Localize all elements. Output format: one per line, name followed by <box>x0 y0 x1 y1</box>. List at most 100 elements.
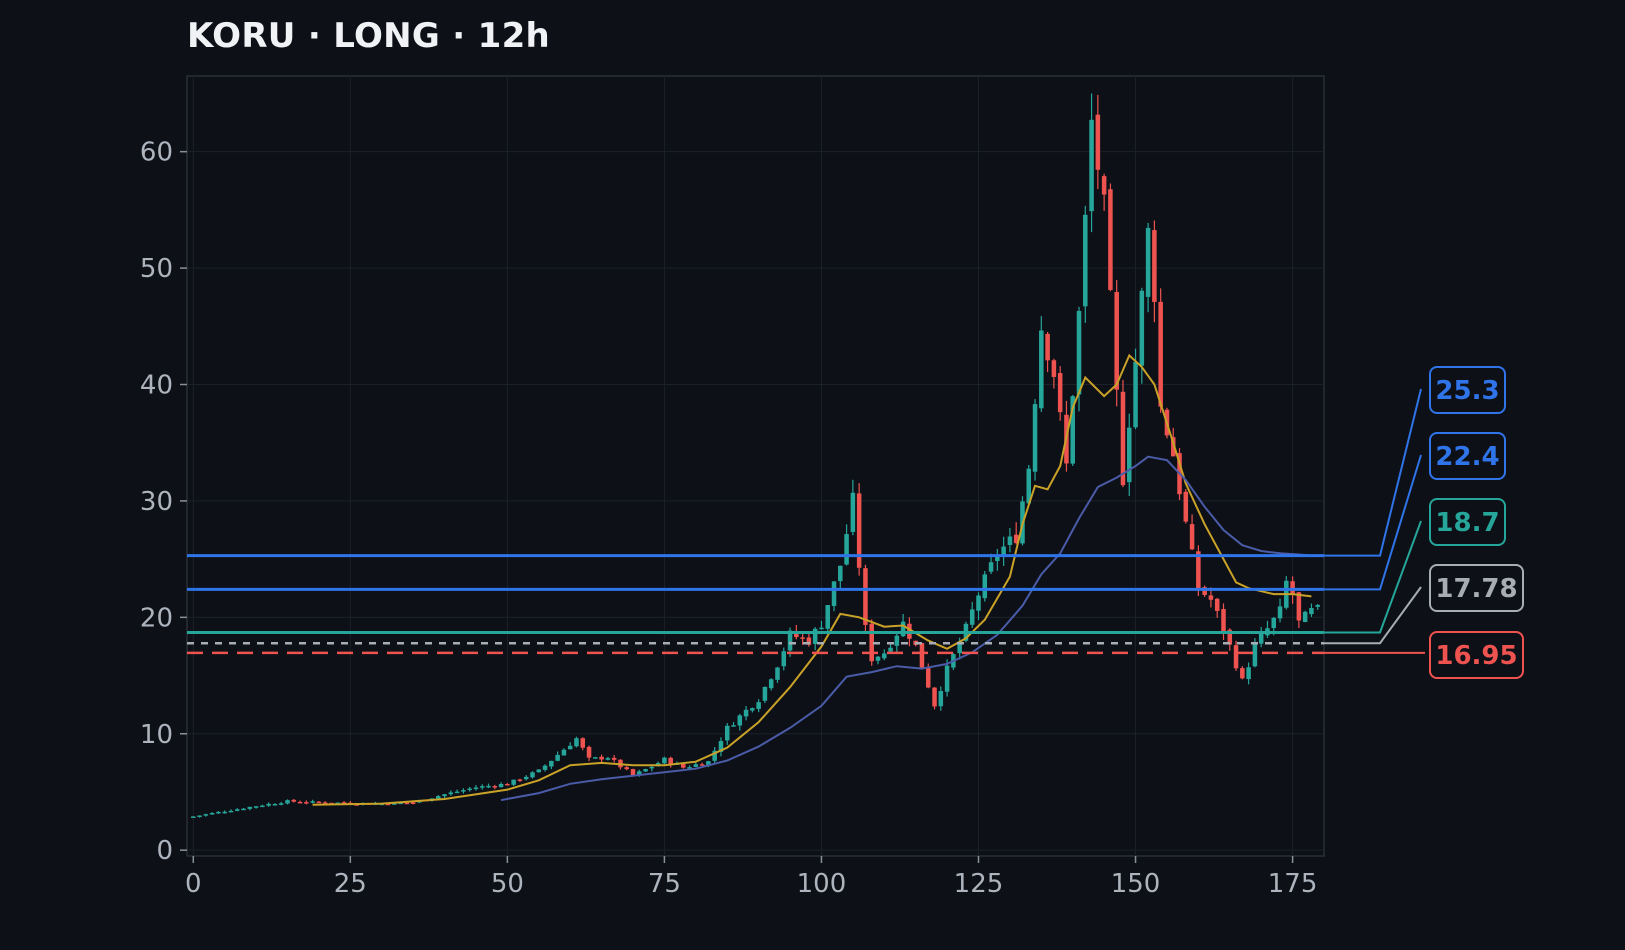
candle-body <box>1309 608 1314 615</box>
candle-body <box>234 809 240 811</box>
y-tick-label: 50 <box>140 254 173 284</box>
candle-body <box>555 754 560 761</box>
candle-body <box>304 802 309 804</box>
candle-body <box>461 790 466 792</box>
candle-body <box>969 609 975 625</box>
candle-body <box>1032 404 1038 472</box>
candle-body <box>1127 427 1132 483</box>
candle-body <box>486 785 491 788</box>
candle-body <box>938 691 944 707</box>
y-tick-label: 10 <box>140 720 173 750</box>
candle-body <box>982 574 988 599</box>
candle-body <box>580 738 586 748</box>
x-tick-label: 50 <box>491 869 524 899</box>
candle-body <box>574 738 579 747</box>
candle-body <box>781 651 787 667</box>
candle-body <box>775 667 780 680</box>
candle-body <box>611 757 617 760</box>
candle-body <box>988 562 994 572</box>
candle-body <box>768 679 774 689</box>
candle-body <box>1133 361 1138 428</box>
candle-body <box>1007 536 1013 546</box>
candle-body <box>900 621 906 637</box>
y-tick-label: 0 <box>156 836 173 866</box>
candle-body <box>222 811 227 814</box>
candle-body <box>517 779 523 781</box>
candle-body <box>750 708 755 711</box>
candle-body <box>605 758 611 760</box>
y-tick-label: 20 <box>140 603 173 633</box>
candle-body <box>831 581 837 606</box>
x-tick-label: 100 <box>797 869 847 899</box>
candle-body <box>530 772 535 778</box>
y-tick-label: 30 <box>140 487 173 517</box>
plot-area <box>186 75 1325 857</box>
candle-body <box>542 765 548 770</box>
candle-body <box>643 769 648 772</box>
candle-body <box>1214 598 1220 611</box>
candle-body <box>216 811 221 814</box>
candle-body <box>448 792 454 795</box>
candle-body <box>1315 604 1320 607</box>
candle-body <box>925 667 931 688</box>
candle-body <box>944 665 950 692</box>
level-label: 25.3 <box>1435 376 1499 406</box>
candle-body <box>505 783 510 786</box>
candle-body <box>1277 606 1283 619</box>
candle-body <box>1089 119 1094 212</box>
candle-body <box>291 799 297 802</box>
candle-body <box>800 637 805 639</box>
candle-body <box>228 810 234 813</box>
candle-body <box>850 492 856 532</box>
candle-body <box>1051 360 1057 377</box>
candle-body <box>699 764 705 766</box>
candle-body <box>882 653 887 659</box>
x-tick-label: 125 <box>954 869 1004 899</box>
candle-body <box>410 802 416 805</box>
x-tick-label: 0 <box>185 869 202 899</box>
candle-body <box>668 757 673 765</box>
candle-body <box>1076 310 1082 395</box>
candle-body <box>473 787 479 790</box>
candle-body <box>561 749 567 756</box>
candle-body <box>549 760 554 767</box>
y-tick-label: 60 <box>140 138 173 168</box>
candle-body <box>1221 609 1226 632</box>
candle-body <box>662 757 667 764</box>
candle-body <box>1233 645 1239 669</box>
candle-body <box>693 764 699 767</box>
candle-body <box>932 687 937 707</box>
candle-body <box>1296 592 1302 621</box>
level-label: 17.78 <box>1435 574 1517 604</box>
candle-body <box>888 647 893 652</box>
candle-body <box>241 808 246 811</box>
price-chart: 0 25 50 75 100 125 150 175 0 10 20 30 40 50 60 25.3 22.… <box>140 75 1524 899</box>
candle-body <box>743 709 749 717</box>
candle-body <box>404 802 410 805</box>
candle-body <box>624 767 629 770</box>
candle-body <box>599 756 604 760</box>
y-tick-label: 40 <box>140 371 173 401</box>
candle-body <box>1158 301 1163 407</box>
candle-body <box>894 635 900 646</box>
candle-body <box>1240 668 1245 679</box>
candle-body <box>1139 290 1145 366</box>
x-tick-label: 150 <box>1111 869 1161 899</box>
candle-body <box>1258 633 1264 644</box>
candle-body <box>272 804 278 806</box>
candle-body <box>863 568 868 625</box>
candle-body <box>297 801 303 804</box>
candle-body <box>1252 643 1258 667</box>
candle-body <box>819 627 824 630</box>
candle-body <box>1045 333 1050 361</box>
candle-body <box>492 786 498 788</box>
candle-body <box>278 803 284 805</box>
level-label: 18.7 <box>1435 508 1499 538</box>
candle-body <box>536 769 542 773</box>
candle-body <box>630 769 636 776</box>
candle-body <box>838 565 843 582</box>
candle-body <box>442 794 447 797</box>
candle-body <box>1302 611 1308 623</box>
candle-body <box>1208 595 1214 600</box>
candle-body <box>680 764 686 768</box>
